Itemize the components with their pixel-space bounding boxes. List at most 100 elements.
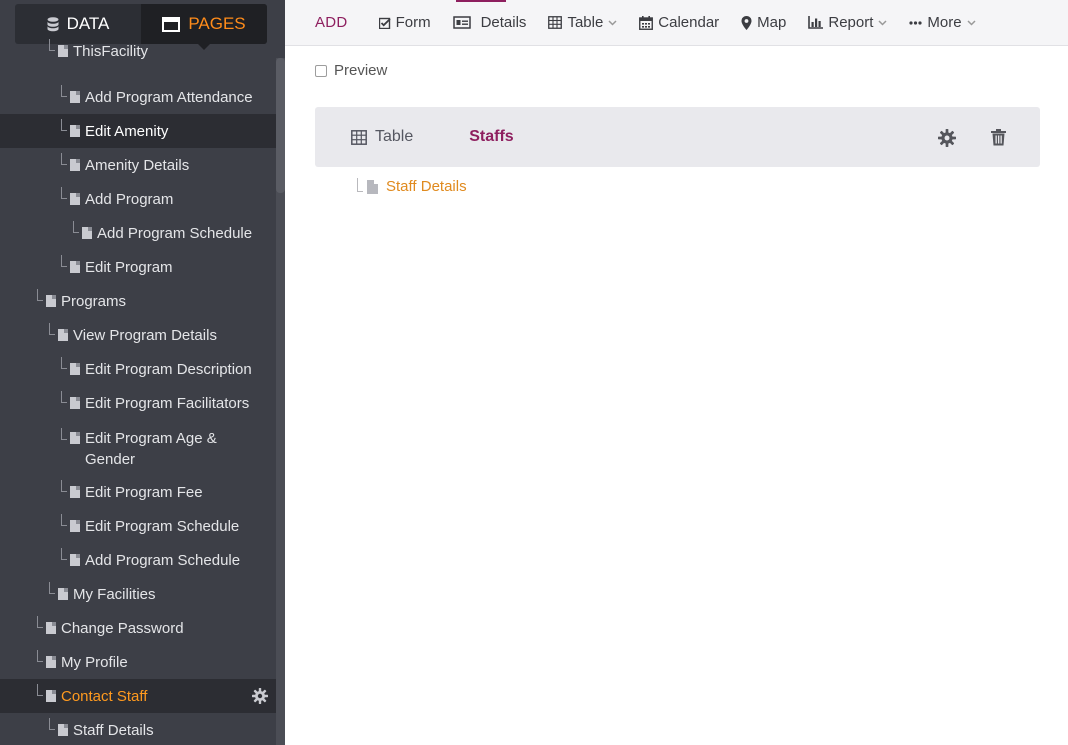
preview-checkbox[interactable] (315, 64, 327, 77)
form-check-icon (378, 17, 391, 29)
tree-item-change-password[interactable]: Change Password (0, 611, 276, 645)
add-map-button[interactable]: Map (741, 14, 786, 31)
chevron-down-icon (878, 19, 887, 26)
tree-branch (61, 153, 67, 165)
page-settings-gear-icon[interactable] (252, 688, 268, 708)
tree-item-label: Add Program Schedule (97, 224, 253, 242)
tree-branch (37, 684, 43, 696)
tree-branch (49, 718, 55, 730)
tree-item-staff-details[interactable]: Staff Details (0, 713, 276, 745)
page-icon (70, 486, 80, 498)
page-icon (70, 193, 80, 205)
view-type[interactable]: Table (351, 128, 413, 146)
tree-item-label: Staff Details (73, 721, 154, 739)
calendar-icon (639, 15, 654, 30)
tree-branch (37, 650, 43, 662)
tree-item-amenity-details[interactable]: Amenity Details (0, 148, 276, 182)
add-table-dropdown[interactable]: Table (548, 14, 617, 31)
view-settings-gear-icon[interactable] (938, 129, 956, 152)
add-label: ADD (315, 14, 348, 31)
tab-pages-label: PAGES (188, 14, 246, 33)
tree-item-add-program-attendance[interactable]: Add Program Attendance (0, 80, 276, 114)
tree-item-programs[interactable]: Programs (0, 284, 276, 318)
tree-branch (37, 289, 43, 301)
child-page-link[interactable]: Staff Details (357, 178, 467, 195)
tree-item-edit-program-age-gender[interactable]: Edit Program Age & Gender (0, 420, 276, 476)
add-form-label: Form (395, 14, 431, 31)
page-icon (70, 363, 80, 375)
tree-item-edit-program-fee[interactable]: Edit Program Fee (0, 475, 276, 509)
page-icon (58, 724, 68, 736)
tree-branch (61, 187, 67, 199)
tree-item-add-program-schedule[interactable]: Add Program Schedule (0, 216, 276, 250)
tree-item-label: Change Password (61, 619, 184, 637)
sidebar-scrollbar-thumb[interactable] (276, 58, 285, 193)
tree-branch (49, 323, 55, 335)
tree-item-label: My Profile (61, 653, 128, 671)
add-view-toolbar: ADD Form Details Table Calendar Map Repo… (285, 0, 1068, 46)
tree-item-edit-amenity[interactable]: Edit Amenity (0, 114, 276, 148)
map-marker-icon (741, 15, 752, 30)
tree-item-label: Programs (61, 292, 127, 310)
tree-item-edit-program[interactable]: Edit Program (0, 250, 276, 284)
page-icon (70, 554, 80, 566)
bar-chart-icon (808, 16, 824, 29)
page-icon (367, 179, 378, 194)
tree-item-view-program-details[interactable]: View Program Details (0, 318, 276, 352)
tree-branch (49, 39, 55, 51)
tree-item-label: View Program Details (73, 326, 217, 344)
window-icon (162, 16, 181, 32)
trash-icon[interactable] (991, 129, 1006, 151)
tree-item-my-facilities[interactable]: My Facilities (0, 577, 276, 611)
tree-item-label: Edit Amenity (85, 122, 169, 140)
tree-item-add-program[interactable]: Add Program (0, 182, 276, 216)
add-form-button[interactable]: Form (378, 14, 431, 31)
add-report-dropdown[interactable]: Report (808, 14, 887, 31)
preview-label: Preview (334, 62, 388, 79)
page-icon (70, 432, 80, 444)
tree-branch (61, 85, 67, 97)
tree-item-label: Edit Program (85, 258, 173, 276)
tree-branch (61, 357, 67, 369)
page-icon (58, 45, 68, 57)
tree-item-edit-program-facilitators[interactable]: Edit Program Facilitators (0, 386, 276, 420)
tree-item-label: Edit Program Fee (85, 483, 203, 501)
add-more-dropdown[interactable]: More (909, 14, 976, 31)
page-icon (58, 329, 68, 341)
tree-item-label: ThisFacility (73, 42, 149, 60)
view-name-link[interactable]: Staffs (469, 128, 513, 146)
tree-item-edit-program-schedule[interactable]: Edit Program Schedule (0, 509, 276, 543)
tree-item-label: Edit Program Age & Gender (85, 430, 217, 468)
add-map-label: Map (757, 14, 787, 31)
tree-item-add-program-schedule-2[interactable]: Add Program Schedule (0, 543, 276, 577)
tree-item-edit-program-description[interactable]: Edit Program Description (0, 352, 276, 386)
tree-item-label: Add Program Attendance (85, 88, 253, 106)
tree-branch (357, 178, 363, 192)
add-details-button[interactable]: Details (452, 14, 526, 31)
add-more-label: More (927, 14, 962, 31)
tab-data-label: DATA (66, 14, 110, 33)
tree-item-label: Contact Staff (61, 687, 148, 705)
tree-item-contact-staff[interactable]: Contact Staff (0, 679, 276, 713)
tree-branch (73, 221, 79, 233)
page-icon (46, 656, 56, 668)
child-page-label: Staff Details (386, 178, 467, 195)
active-indicator (456, 0, 506, 2)
page-icon (70, 159, 80, 171)
page-icon (70, 125, 80, 137)
tree-item-thisfacility[interactable]: ThisFacility (0, 34, 276, 68)
tree-item-label: Edit Program Description (85, 360, 252, 378)
preview-toggle[interactable]: Preview (315, 62, 387, 79)
tree-branch (61, 391, 67, 403)
tree-branch (61, 255, 67, 267)
page-icon (46, 622, 56, 634)
tree-branch (61, 548, 67, 560)
add-calendar-button[interactable]: Calendar (639, 14, 719, 31)
page-icon (46, 690, 56, 702)
tree-item-my-profile[interactable]: My Profile (0, 645, 276, 679)
chevron-down-icon (967, 19, 976, 26)
page-icon (46, 295, 56, 307)
page-icon (82, 227, 92, 239)
tree-branch (61, 119, 67, 131)
table-grid-icon (548, 16, 563, 29)
